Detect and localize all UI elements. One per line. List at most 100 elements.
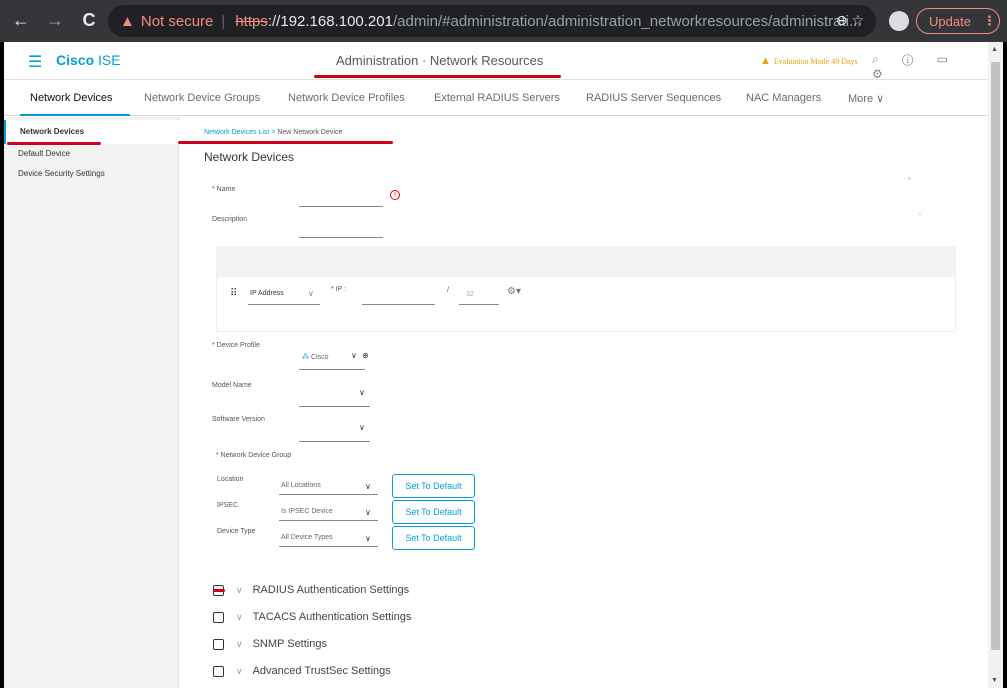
tab-network-device-groups[interactable]: Network Device Groups — [144, 92, 260, 104]
scrollbar-thumb[interactable] — [991, 62, 1000, 650]
chevron-down-icon[interactable]: ∨ — [359, 423, 365, 432]
sidebar: Network Devices Default Device Device Se… — [4, 117, 179, 688]
software-version-label: Software Version — [212, 416, 265, 423]
breadcrumb-parent[interactable]: Network Devices List — [204, 129, 269, 136]
annotation-underline-breadcrumb — [178, 141, 393, 144]
decorative-dots: · ● — [904, 176, 912, 182]
tab-bar: Network Devices Network Device Groups Ne… — [4, 80, 988, 116]
window-border — [1003, 42, 1007, 688]
device-profile-label: * Device Profile — [212, 342, 260, 349]
header-action-icons[interactable]: ⌕ ⓘ ▭ ⚙ — [872, 52, 988, 81]
page-title: Administration · Network Resources — [336, 53, 544, 68]
tab-network-devices[interactable]: Network Devices — [30, 92, 113, 104]
sidebar-item-network-devices[interactable]: Network Devices — [20, 127, 84, 136]
brand-suffix: ISE — [98, 52, 121, 68]
url-scheme: https — [235, 12, 268, 30]
tacacs-auth-checkbox[interactable] — [213, 611, 224, 623]
ip-label: * IP : — [331, 286, 347, 293]
tab-radius-server-sequences[interactable]: RADIUS Server Sequences — [586, 92, 721, 104]
location-underline — [279, 479, 378, 495]
description-input[interactable] — [299, 222, 383, 238]
evaluation-text: Evaluation Mode 49 Days — [773, 57, 858, 66]
location-label: Location — [217, 476, 244, 483]
brand-prefix: Cisco — [56, 52, 95, 68]
breadcrumb: Network Devices List > New Network Devic… — [204, 129, 342, 136]
forward-icon[interactable]: → — [42, 10, 68, 31]
chevron-down-icon[interactable]: ∨ — [236, 612, 243, 623]
ipsec-label: IPSEC — [217, 502, 239, 509]
description-label: Description — [212, 216, 248, 223]
radius-auth-settings-row[interactable]: ∨ RADIUS Authentication Settings — [213, 581, 409, 599]
back-icon[interactable]: ← — [8, 10, 34, 31]
device-type-label: Device Type — [217, 528, 256, 535]
chevron-down-icon[interactable]: ∨ — [236, 639, 243, 650]
checkbox-mark — [213, 588, 225, 592]
device-profile-underline — [299, 354, 365, 370]
network-device-group-label: * Network Device Group — [216, 452, 292, 459]
radius-auth-label: RADIUS Authentication Settings — [252, 584, 410, 596]
tacacs-auth-settings-row[interactable]: ∨ TACACS Authentication Settings — [213, 608, 411, 626]
warning-icon: ▲ — [120, 12, 135, 30]
address-bar[interactable]: ▲ Not secure | https ://192.168.100.201 … — [108, 5, 876, 37]
location-set-default-button[interactable]: Set To Default — [392, 474, 475, 498]
error-icon: ! — [390, 190, 400, 200]
gear-icon[interactable]: ⚙▾ — [507, 286, 521, 297]
device-type-underline — [279, 531, 378, 547]
radius-auth-checkbox[interactable] — [213, 584, 225, 596]
snmp-label: SNMP Settings — [252, 638, 327, 650]
update-button[interactable]: Update ⋮ — [916, 8, 1000, 34]
hamburger-menu-icon[interactable]: ☰ — [28, 52, 42, 72]
trustsec-checkbox[interactable] — [213, 665, 224, 677]
sidebar-item-device-security-settings[interactable]: Device Security Settings — [18, 169, 105, 178]
tab-network-device-profiles[interactable]: Network Device Profiles — [288, 92, 405, 104]
device-type-set-default-button[interactable]: Set To Default — [392, 526, 475, 550]
mask-input[interactable] — [459, 289, 499, 305]
section-title: Network Devices — [204, 150, 295, 164]
ise-app: ☰ Cisco ISE Administration · Network Res… — [4, 42, 988, 688]
evaluation-badge[interactable]: ▲ Evaluation Mode 49 Days — [760, 55, 858, 67]
snmp-settings-row[interactable]: ∨ SNMP Settings — [213, 635, 327, 653]
chevron-down-icon[interactable]: ∨ — [236, 585, 243, 596]
ipsec-set-default-button[interactable]: Set To Default — [392, 500, 475, 524]
reload-icon[interactable]: C — [76, 10, 102, 31]
advanced-trustsec-settings-row[interactable]: ∨ Advanced TrustSec Settings — [213, 662, 391, 680]
model-name-label: Model Name — [212, 382, 252, 389]
chevron-down-icon[interactable]: ∨ — [359, 388, 365, 397]
ipsec-underline — [279, 505, 378, 521]
decorative-dot: × — [918, 212, 922, 218]
ip-input[interactable] — [362, 289, 435, 305]
breadcrumb-current: New Network Device — [277, 129, 343, 136]
scroll-up-icon[interactable]: ▲ — [991, 46, 998, 53]
mask-slash: / — [447, 287, 449, 294]
zoom-star-icons[interactable]: ⊖ ☆ — [836, 12, 864, 29]
menu-dots-icon: ⋮ — [982, 13, 996, 28]
sidebar-item-default-device[interactable]: Default Device — [18, 149, 70, 158]
not-secure-label: Not secure — [140, 12, 214, 30]
ip-panel-header — [216, 246, 956, 277]
scroll-down-icon[interactable]: ▼ — [991, 677, 998, 684]
tab-external-radius-servers[interactable]: External RADIUS Servers — [434, 92, 560, 104]
url-host: ://192.168.100.201 — [267, 12, 393, 30]
url-path: /admin/#administration/administration_ne… — [392, 12, 862, 30]
browser-toolbar: ← → C ▲ Not secure | https ://192.168.10… — [0, 0, 1007, 42]
name-input[interactable] — [299, 191, 383, 207]
annotation-underline-sidebar — [7, 142, 101, 145]
tab-nac-managers[interactable]: NAC Managers — [746, 92, 821, 104]
tab-more[interactable]: More ∨ — [848, 92, 884, 105]
annotation-underline-title — [314, 75, 561, 78]
warning-triangle-icon: ▲ — [760, 55, 771, 67]
url-separator: | — [221, 12, 226, 30]
snmp-checkbox[interactable] — [213, 638, 224, 650]
trustsec-label: Advanced TrustSec Settings — [252, 665, 391, 677]
chevron-down-icon[interactable]: ∨ — [236, 666, 243, 677]
profile-avatar[interactable] — [889, 11, 909, 31]
page-scrollbar[interactable]: ▲ ▼ — [988, 42, 1003, 688]
drag-handle-icon[interactable]: ⠿ — [230, 288, 237, 299]
active-tab-indicator — [20, 114, 130, 116]
ip-type-underline — [248, 289, 320, 305]
brand-logo: Cisco ISE — [56, 52, 121, 68]
breadcrumb-separator: > — [271, 129, 276, 136]
tacacs-auth-label: TACACS Authentication Settings — [252, 611, 412, 623]
name-label: * Name — [212, 186, 236, 193]
update-label: Update — [929, 13, 971, 29]
